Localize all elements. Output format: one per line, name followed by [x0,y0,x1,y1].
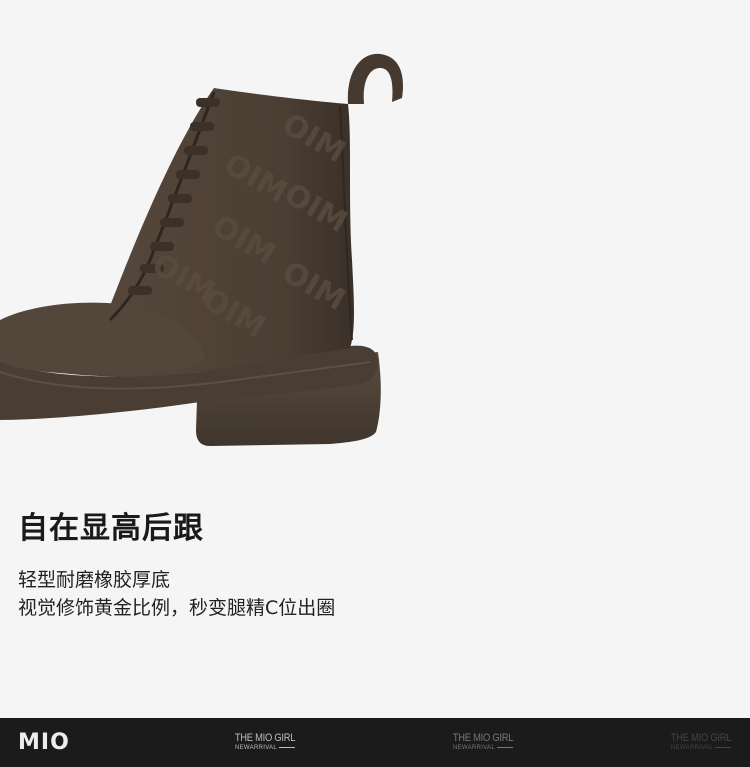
footer-tag-subtitle: NEWARRIVAL [443,744,523,752]
footer-tag: THE MIO GIRL NEWARRIVAL [661,733,741,752]
brand-logo: MIO [18,730,70,755]
footer-tag-title: THE MIO GIRL [234,732,296,744]
boot-icon: OIM OIM OIM OIM OIM OIM OIM [0,53,404,446]
footer-tag-subtitle: NEWARRIVAL [661,744,741,752]
footer-tag: THE MIO GIRL NEWARRIVAL [443,733,523,752]
footer-tag-subtitle: NEWARRIVAL [225,744,305,752]
footer-tag-title: THE MIO GIRL [670,732,732,744]
boot-product-image: OIM OIM OIM OIM OIM OIM OIM [0,0,750,480]
description-line: 视觉修饰黄金比例，秒变腿精C位出圈 [18,597,336,619]
footer-bar: MIO THE MIO GIRL NEWARRIVAL THE MIO GIRL… [0,718,750,767]
headline: 自在显高后跟 [18,511,204,546]
description-line: 轻型耐磨橡胶厚底 [18,569,171,591]
footer-tag: THE MIO GIRL NEWARRIVAL [225,733,305,752]
footer-tag-title: THE MIO GIRL [452,732,514,744]
